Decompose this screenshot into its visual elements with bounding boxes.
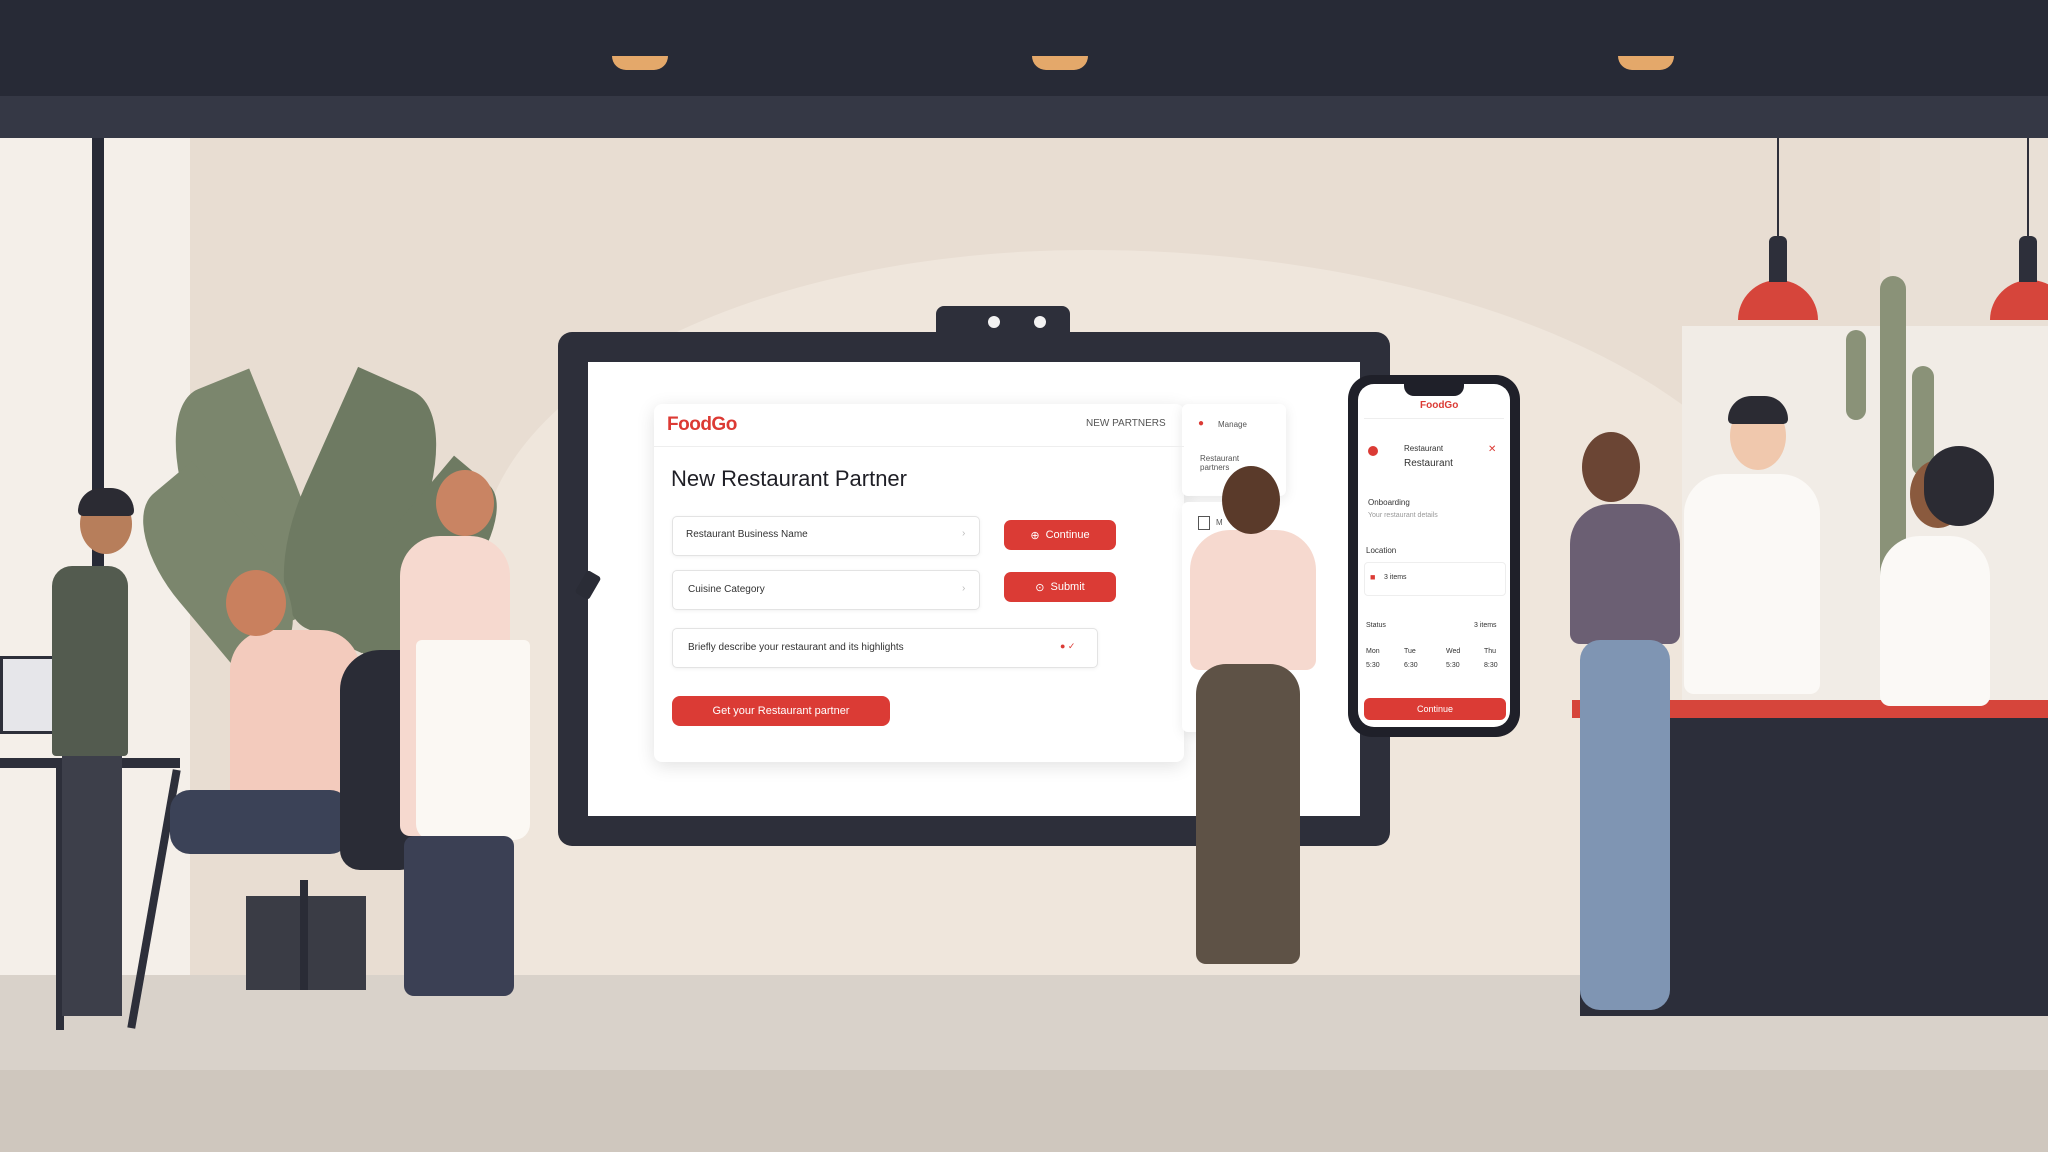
person-hair xyxy=(1924,446,1994,526)
lamp-cord xyxy=(1646,0,1648,58)
person-sweater xyxy=(1570,504,1680,644)
pendant-cord xyxy=(2027,138,2029,238)
restaurant-icon: ⊕ xyxy=(1030,529,1040,542)
table-header: Tue xyxy=(1404,648,1416,655)
document-icon xyxy=(1198,516,1210,530)
ceiling-trim xyxy=(0,96,2048,138)
phone-row-count: 3 items xyxy=(1474,622,1497,629)
person-head xyxy=(226,570,286,636)
phone-row-label: Status xyxy=(1366,622,1386,629)
phone-brand: FoodGo xyxy=(1420,400,1459,411)
side-item-m[interactable]: M xyxy=(1216,518,1223,527)
table-cell: 6:30 xyxy=(1404,662,1418,669)
ceiling-light xyxy=(1032,56,1088,70)
pendant-neck xyxy=(2019,236,2037,282)
person-trousers xyxy=(404,836,514,996)
manage-icon: ● xyxy=(1198,418,1205,429)
restaurant-name-text: Restaurant Business Name xyxy=(686,529,808,540)
person-trousers xyxy=(1196,664,1300,964)
pendant-neck xyxy=(1769,236,1787,282)
phone-section2: Location xyxy=(1366,546,1397,555)
brand-logo[interactable]: FoodGo xyxy=(667,414,737,436)
phone-row-value: 3 items xyxy=(1384,574,1407,581)
table-header: Mon xyxy=(1366,648,1380,655)
info-icon: ● ✓ xyxy=(1060,641,1076,651)
form-title: New Restaurant Partner xyxy=(671,466,907,491)
pendant-cord xyxy=(1777,138,1779,238)
person-shirt xyxy=(1190,530,1316,670)
ceiling-light xyxy=(612,56,668,70)
person-head xyxy=(1582,432,1640,502)
description-text: Briefly describe your restaurant and its… xyxy=(688,642,904,653)
phone-notch xyxy=(1404,384,1464,396)
phone-screen xyxy=(1358,384,1510,727)
table-header: Wed xyxy=(1446,648,1461,655)
person-hair xyxy=(1728,396,1788,424)
nav-link[interactable]: NEW PARTNERS xyxy=(1086,418,1166,429)
camera-lens xyxy=(1034,316,1046,328)
side-item-manage[interactable]: Manage xyxy=(1218,420,1247,429)
ceiling-light xyxy=(1618,56,1674,70)
table-cell: 5:30 xyxy=(1366,662,1380,669)
continue-label: Continue xyxy=(1045,529,1090,541)
person-shirt xyxy=(1684,474,1820,694)
restaurant-avatar xyxy=(1368,446,1378,456)
person-trousers xyxy=(62,756,122,1016)
pin-icon: ■ xyxy=(1370,572,1376,582)
close-icon[interactable]: ✕ xyxy=(1488,444,1496,455)
chair-post xyxy=(300,880,308,990)
phone-section1: Onboarding xyxy=(1368,498,1410,507)
chevron-right-icon: › xyxy=(962,528,966,539)
table-cell: 5:30 xyxy=(1446,662,1460,669)
phone-card-title: Restaurant xyxy=(1404,444,1444,453)
person-trousers xyxy=(170,790,350,854)
lock-icon: ⊙ xyxy=(1035,581,1045,594)
person-shirt xyxy=(1880,536,1990,706)
apron xyxy=(416,640,530,840)
submit-small-label: Submit xyxy=(1050,581,1085,593)
phone-divider xyxy=(1364,418,1504,419)
person-jeans xyxy=(1580,640,1670,1010)
table-cell: 8:30 xyxy=(1484,662,1498,669)
person-head xyxy=(436,470,494,536)
submit-small-button[interactable]: ⊙ Submit xyxy=(1004,572,1116,602)
pendant-lamp xyxy=(1990,280,2048,320)
lamp-cord xyxy=(639,0,641,58)
phone-card-sub: Restaurant xyxy=(1404,458,1453,469)
laptop xyxy=(0,656,60,734)
cuisine-text: Cuisine Category xyxy=(688,584,765,595)
table-header: Thu xyxy=(1484,648,1497,655)
chevron-right-icon: › xyxy=(962,583,966,594)
card-divider xyxy=(654,446,1184,447)
person-shirt xyxy=(52,566,128,756)
submit-partner-button[interactable]: Get your Restaurant partner xyxy=(672,696,890,726)
lamp-cord xyxy=(1059,0,1061,58)
phone-section1-sub: Your restaurant details xyxy=(1368,512,1438,519)
phone-continue-button[interactable]: Continue xyxy=(1364,698,1506,720)
camera-lens xyxy=(988,316,1000,328)
person-head xyxy=(1222,466,1280,534)
cactus-arm xyxy=(1846,330,1866,420)
floor-shadow xyxy=(0,1070,2048,1152)
continue-button[interactable]: ⊕ Continue xyxy=(1004,520,1116,550)
